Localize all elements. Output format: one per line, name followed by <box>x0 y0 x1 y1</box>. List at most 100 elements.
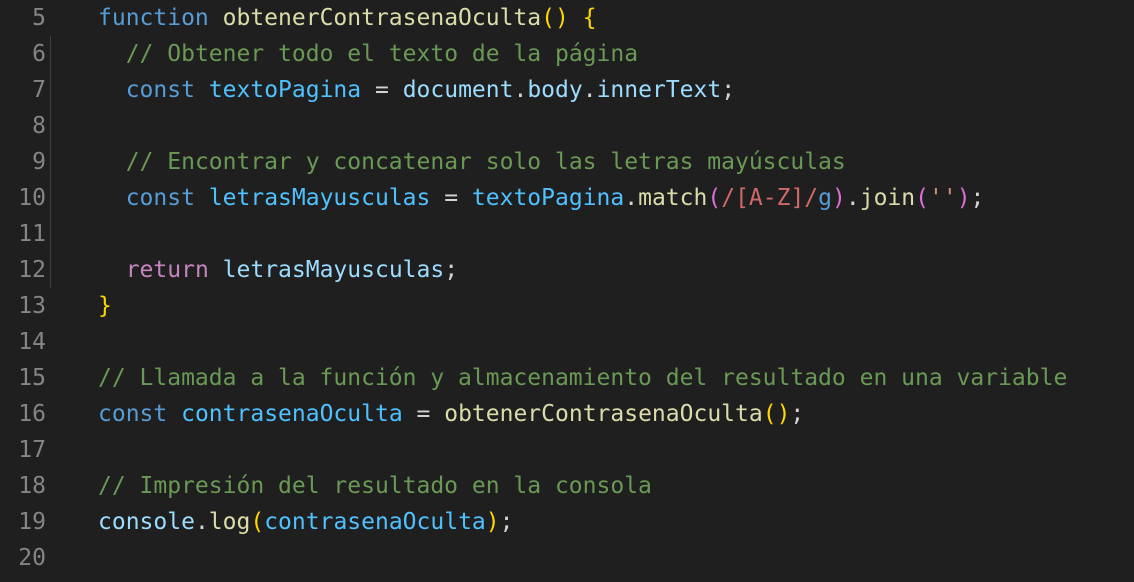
code-line[interactable]: 10 const letrasMayusculas = textoPagina.… <box>0 180 1134 216</box>
comment-token: // Obtener todo el texto de la página <box>125 41 639 67</box>
function-name-token: obtenerContrasenaOculta <box>222 5 542 31</box>
paren-token: ( <box>250 509 265 535</box>
operator-token: = <box>430 185 472 211</box>
line-number: 17 <box>18 437 46 463</box>
comment-token: // Encontrar y concatenar solo las letra… <box>125 149 846 175</box>
line-number: 18 <box>18 473 46 499</box>
line-number: 11 <box>18 221 46 247</box>
brace-token: { <box>582 5 597 31</box>
code-content[interactable]: } <box>46 288 1134 324</box>
code-content[interactable]: // Llamada a la función y almacenamiento… <box>46 360 1134 396</box>
function-name-token: join <box>859 185 916 211</box>
operator-token: = <box>361 77 403 103</box>
paren-token: () <box>762 401 791 427</box>
line-number: 10 <box>18 185 46 211</box>
paren-token: () <box>541 5 569 31</box>
indent-guide <box>50 144 51 180</box>
code-line[interactable]: 7 const textoPagina = document.body.inne… <box>0 72 1134 108</box>
variable-token: letrasMayusculas <box>222 257 445 283</box>
string-token: '' <box>928 185 957 211</box>
line-number: 14 <box>18 329 46 355</box>
dot-token: . <box>194 509 209 535</box>
variable-token: console <box>98 509 195 535</box>
line-number: 5 <box>32 5 46 31</box>
dot-token: . <box>624 185 639 211</box>
code-line[interactable]: 16 const contrasenaOculta = obtenerContr… <box>0 396 1134 432</box>
code-line[interactable]: 12 return letrasMayusculas; <box>0 252 1134 288</box>
indent-guide <box>50 72 51 108</box>
code-content[interactable] <box>46 216 1134 252</box>
code-content[interactable]: // Impresión del resultado en la consola <box>46 468 1134 504</box>
line-number: 15 <box>18 365 46 391</box>
variable-token: textoPagina <box>471 185 625 211</box>
line-number: 6 <box>32 41 46 67</box>
semicolon-token: ; <box>721 77 736 103</box>
code-line[interactable]: 8 <box>0 108 1134 144</box>
variable-token: letrasMayusculas <box>208 185 431 211</box>
line-number: 7 <box>32 77 46 103</box>
brace-token: } <box>98 293 112 319</box>
property-token: body <box>527 77 583 103</box>
property-token: innerText <box>596 77 722 103</box>
keyword-token: function <box>98 5 209 31</box>
regex-token: /[A-Z]/ <box>721 185 819 211</box>
variable-token: contrasenaOculta <box>181 401 403 427</box>
code-line[interactable]: 17 <box>0 432 1134 468</box>
code-editor[interactable]: 5 function obtenerContrasenaOculta() { 6… <box>0 0 1134 582</box>
operator-token: = <box>402 401 445 427</box>
regex-flag-token: g <box>818 185 833 211</box>
dot-token: . <box>845 185 860 211</box>
paren-token: ( <box>915 185 929 211</box>
code-content[interactable]: const textoPagina = document.body.innerT… <box>46 72 1134 108</box>
code-line[interactable]: 6 // Obtener todo el texto de la página <box>0 36 1134 72</box>
dot-token: . <box>582 77 597 103</box>
line-number: 19 <box>18 509 46 535</box>
code-content[interactable]: return letrasMayusculas; <box>46 252 1134 288</box>
indent-guide <box>50 180 51 216</box>
line-number: 20 <box>18 545 46 571</box>
code-line[interactable]: 13 } <box>0 288 1134 324</box>
code-content[interactable]: // Obtener todo el texto de la página <box>46 36 1134 72</box>
code-content[interactable]: function obtenerContrasenaOculta() { <box>46 0 1134 36</box>
paren-token: ) <box>956 185 971 211</box>
indent-guide <box>50 36 51 72</box>
code-content[interactable] <box>46 324 1134 360</box>
semicolon-token: ; <box>790 401 805 427</box>
paren-token: ) <box>832 185 846 211</box>
code-content[interactable] <box>46 540 1134 576</box>
code-line[interactable]: 19 console.log(contrasenaOculta); <box>0 504 1134 540</box>
return-keyword-token: return <box>125 257 209 283</box>
code-line[interactable]: 14 <box>0 324 1134 360</box>
code-line[interactable]: 18 // Impresión del resultado en la cons… <box>0 468 1134 504</box>
function-name-token: obtenerContrasenaOculta <box>444 401 763 427</box>
code-line[interactable]: 20 <box>0 540 1134 576</box>
variable-token: textoPagina <box>208 77 362 103</box>
comment-token: // Llamada a la función y almacenamiento… <box>98 365 1068 391</box>
indent-guide <box>50 108 51 144</box>
keyword-token: const <box>125 77 195 103</box>
semicolon-token: ; <box>499 509 514 535</box>
semicolon-token: ; <box>970 185 985 211</box>
line-number: 9 <box>32 149 46 175</box>
code-line[interactable]: 9 // Encontrar y concatenar solo las let… <box>0 144 1134 180</box>
code-line[interactable]: 11 <box>0 216 1134 252</box>
code-content[interactable]: console.log(contrasenaOculta); <box>46 504 1134 540</box>
code-content[interactable]: const letrasMayusculas = textoPagina.mat… <box>46 180 1134 216</box>
line-number: 12 <box>18 257 46 283</box>
paren-token: ) <box>485 509 500 535</box>
dot-token: . <box>513 77 528 103</box>
code-content[interactable]: const contrasenaOculta = obtenerContrase… <box>46 396 1134 432</box>
indent-guide <box>50 216 51 252</box>
code-content[interactable] <box>46 432 1134 468</box>
indent-guide <box>50 252 51 288</box>
variable-token: contrasenaOculta <box>264 509 486 535</box>
variable-token: document <box>402 77 514 103</box>
keyword-token: const <box>125 185 195 211</box>
code-content[interactable]: // Encontrar y concatenar solo las letra… <box>46 144 1134 180</box>
code-content[interactable] <box>46 108 1134 144</box>
comment-token: // Impresión del resultado en la consola <box>98 473 652 499</box>
keyword-token: const <box>98 401 168 427</box>
code-line[interactable]: 5 function obtenerContrasenaOculta() { <box>0 0 1134 36</box>
code-line[interactable]: 15 // Llamada a la función y almacenamie… <box>0 360 1134 396</box>
function-name-token: match <box>638 185 708 211</box>
